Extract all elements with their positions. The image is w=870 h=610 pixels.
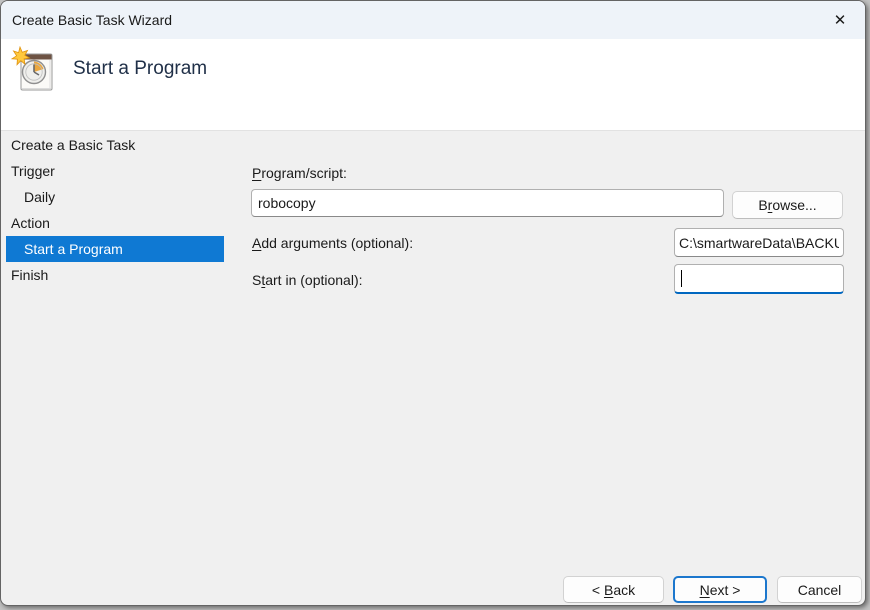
step-trigger: Trigger (1, 158, 231, 184)
page-title: Start a Program (73, 58, 207, 80)
wizard-steps-sidebar: Create a Basic Task Trigger Daily Action… (1, 132, 231, 288)
window-title: Create Basic Task Wizard (12, 12, 172, 28)
add-arguments-input[interactable] (674, 228, 844, 257)
browse-button[interactable]: Browse... (732, 191, 843, 219)
task-scheduler-wizard-icon (10, 46, 58, 94)
close-icon: ✕ (834, 11, 847, 29)
text-caret (681, 270, 682, 287)
next-button[interactable]: Next > (673, 576, 767, 603)
create-basic-task-wizard-window: Create Basic Task Wizard ✕ Start a Progr… (0, 0, 866, 606)
add-arguments-label: Add arguments (optional): (252, 235, 413, 251)
close-button[interactable]: ✕ (819, 3, 861, 36)
step-start-a-program-selected: Start a Program (6, 236, 224, 262)
titlebar: Create Basic Task Wizard ✕ (1, 1, 865, 39)
start-in-label: Start in (optional): (252, 272, 363, 288)
wizard-header: Start a Program (1, 39, 865, 131)
start-in-input[interactable] (674, 264, 844, 294)
program-script-input[interactable] (251, 189, 724, 217)
step-create-a-basic-task: Create a Basic Task (1, 132, 231, 158)
start-in-field (674, 264, 844, 294)
program-script-label: Program/script: (252, 165, 347, 181)
back-button[interactable]: < Back (563, 576, 664, 603)
step-action: Action (1, 210, 231, 236)
cancel-button[interactable]: Cancel (777, 576, 862, 603)
step-finish: Finish (1, 262, 231, 288)
step-daily: Daily (1, 184, 231, 210)
